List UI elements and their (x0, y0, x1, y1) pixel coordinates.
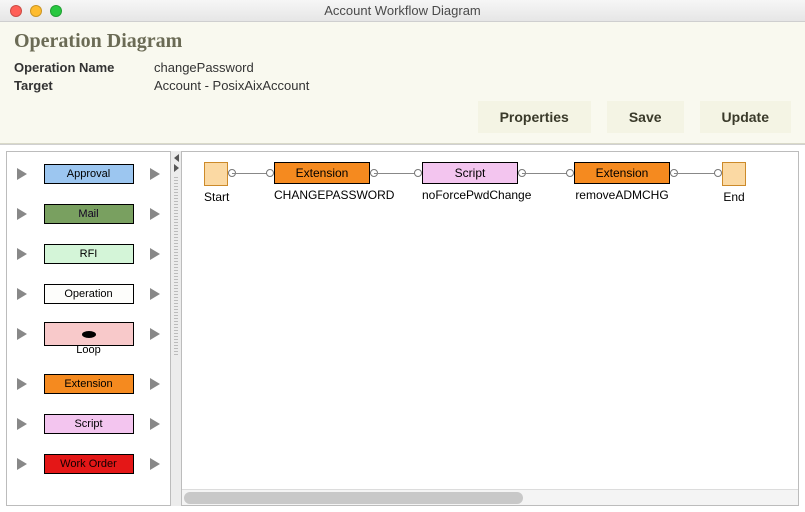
start-node[interactable]: Start (204, 162, 229, 204)
node-caption: Start (204, 190, 229, 204)
palette-item-mail[interactable]: Mail (11, 202, 166, 226)
splitter[interactable] (171, 151, 181, 506)
node-caption: CHANGEPASSWORD (274, 188, 394, 202)
connector-out-icon (150, 458, 160, 470)
palette-shape: Extension (44, 374, 134, 394)
update-button[interactable]: Update (700, 101, 791, 133)
field-label: Operation Name (14, 59, 154, 77)
node-caption: noForcePwdChange (422, 188, 531, 202)
node-box: Extension (574, 162, 670, 184)
connector-in-icon (17, 458, 27, 470)
connector-out-icon (150, 208, 160, 220)
connector-line (674, 173, 716, 174)
connector-out-icon (150, 418, 160, 430)
palette-shape: Mail (44, 204, 134, 224)
node-box (722, 162, 746, 186)
palette-shape: Operation (44, 284, 134, 304)
connector-dot-icon (266, 169, 274, 177)
connector-in-icon (17, 288, 27, 300)
flow-step-2[interactable]: Extension removeADMCHG (574, 162, 670, 202)
connector-line (374, 173, 416, 174)
palette-item-script[interactable]: Script (11, 412, 166, 436)
palette-item-rfi[interactable]: RFI (11, 242, 166, 266)
palette-item-workorder[interactable]: Work Order (11, 452, 166, 476)
body: Approval Mail RFI Operation Loop Extension Scr… (0, 144, 805, 512)
connector-dot-icon (414, 169, 422, 177)
connector-dot-icon (566, 169, 574, 177)
horizontal-scrollbar[interactable] (182, 489, 798, 505)
connector-line (232, 173, 268, 174)
app-window: Account Workflow Diagram Operation Diagr… (0, 0, 805, 512)
node-caption: removeADMCHG (574, 188, 670, 202)
workflow-canvas[interactable]: Start Extension CHANGEPASSWORD Script noForc… (182, 152, 798, 489)
window-title: Account Workflow Diagram (0, 3, 805, 18)
palette-shape: RFI (44, 244, 134, 264)
palette-shape (44, 322, 134, 346)
palette-panel: Approval Mail RFI Operation Loop Extension Scr… (6, 151, 171, 506)
palette-item-loop[interactable]: Loop (11, 322, 166, 346)
palette-item-operation[interactable]: Operation (11, 282, 166, 306)
connector-out-icon (150, 328, 160, 340)
field-value: Account - PosixAixAccount (154, 77, 309, 95)
action-buttons: Properties Save Update (14, 101, 791, 133)
titlebar: Account Workflow Diagram (0, 0, 805, 22)
connector-out-icon (150, 378, 160, 390)
connector-in-icon (17, 418, 27, 430)
field-operation-name: Operation Name changePassword (14, 59, 791, 77)
end-node[interactable]: End (722, 162, 746, 204)
palette-list: Approval Mail RFI Operation Loop Extension Scr… (7, 152, 170, 505)
field-target: Target Account - PosixAixAccount (14, 77, 791, 95)
node-box: Extension (274, 162, 370, 184)
node-box (204, 162, 228, 186)
connector-in-icon (17, 248, 27, 260)
chevron-right-icon (174, 164, 179, 172)
field-label: Target (14, 77, 154, 95)
connector-in-icon (17, 328, 27, 340)
canvas-panel: Start Extension CHANGEPASSWORD Script noForc… (181, 151, 799, 506)
chevron-left-icon (174, 154, 179, 162)
connector-in-icon (17, 378, 27, 390)
loop-dot-icon (82, 331, 96, 338)
connector-in-icon (17, 168, 27, 180)
palette-shape: Script (44, 414, 134, 434)
connector-out-icon (150, 168, 160, 180)
node-caption: End (722, 190, 746, 204)
splitter-grip-icon (174, 177, 178, 357)
connector-in-icon (17, 208, 27, 220)
flow-step-0[interactable]: Extension CHANGEPASSWORD (274, 162, 394, 202)
header-panel: Operation Diagram Operation Name changeP… (0, 22, 805, 144)
field-value: changePassword (154, 59, 254, 77)
flow-step-1[interactable]: Script noForcePwdChange (422, 162, 531, 202)
node-box: Script (422, 162, 518, 184)
palette-shape: Approval (44, 164, 134, 184)
scrollbar-thumb[interactable] (184, 492, 523, 504)
connector-out-icon (150, 288, 160, 300)
save-button[interactable]: Save (607, 101, 684, 133)
palette-item-extension[interactable]: Extension (11, 372, 166, 396)
palette-item-approval[interactable]: Approval (11, 162, 166, 186)
connector-out-icon (150, 248, 160, 260)
palette-shape: Work Order (44, 454, 134, 474)
connector-dot-icon (714, 169, 722, 177)
properties-button[interactable]: Properties (478, 101, 591, 133)
connector-line (522, 173, 568, 174)
page-title: Operation Diagram (14, 30, 791, 53)
